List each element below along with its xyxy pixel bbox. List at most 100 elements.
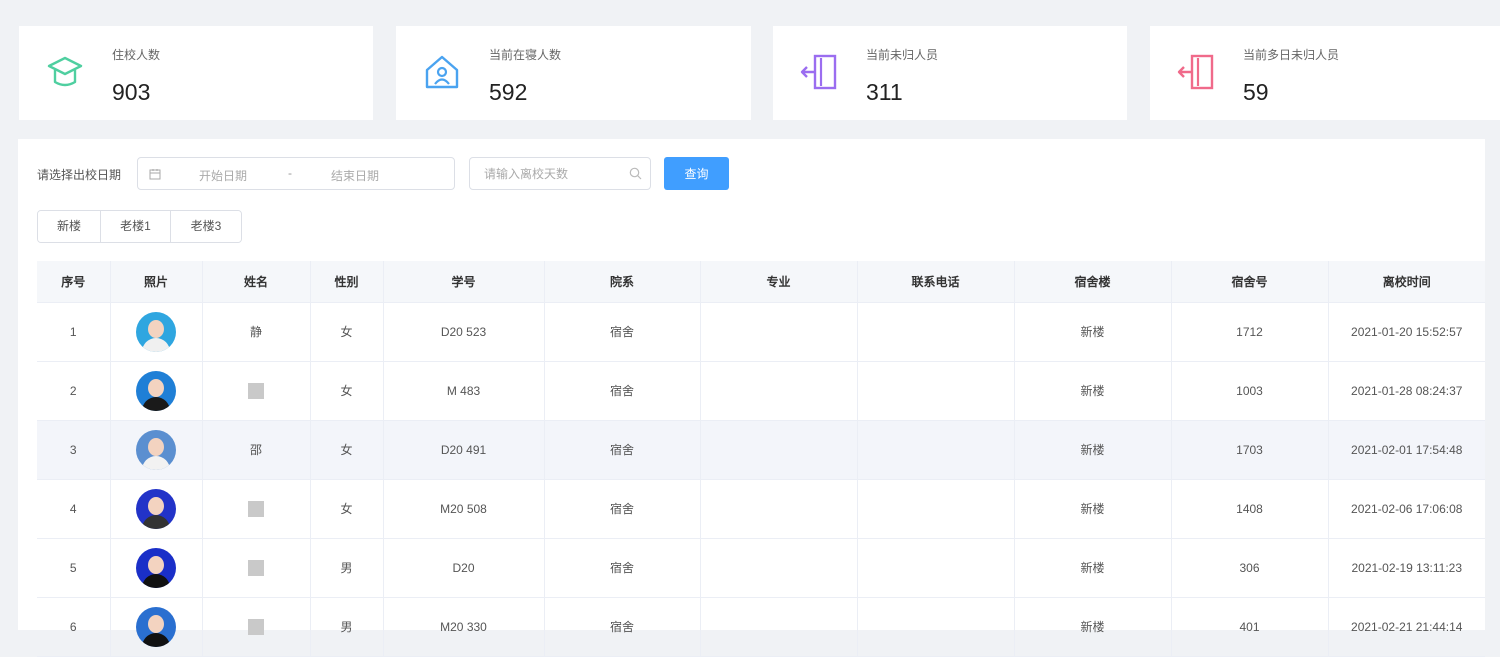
gender-cell-text: 女	[340, 502, 353, 516]
department-cell: 宿舍	[544, 597, 701, 657]
student-id-cell-text: M20 508	[440, 501, 487, 516]
building-cell-text: 新楼	[1080, 384, 1105, 398]
building-tabs: 新楼 老楼1 老楼3	[37, 210, 242, 243]
stat-label: 住校人数	[112, 48, 161, 62]
table-row[interactable]: 5 男 D20 宿舍 新楼 306 2021-02-19 13:11:23	[37, 538, 1485, 598]
table-row[interactable]: 4 女 M20 508 宿舍 新楼 1408 2021-02-06 17:06:08	[37, 479, 1485, 539]
tab-old-building-3[interactable]: 老楼3	[171, 211, 241, 242]
avatar	[136, 606, 176, 647]
student-id-cell: M20 508	[383, 479, 545, 539]
row-number: 6	[37, 597, 111, 657]
row-number: 2	[37, 361, 111, 421]
avatar	[136, 488, 176, 529]
phone-cell	[857, 479, 1015, 539]
name-cell	[202, 479, 311, 539]
header-cell: 姓名	[202, 261, 311, 303]
name-cell	[202, 597, 311, 657]
leave-time-cell-text: 2021-01-20 15:52:57	[1351, 324, 1463, 339]
major-cell	[700, 361, 858, 421]
date-filter-label: 请选择出校日期	[37, 168, 122, 182]
department-cell: 宿舍	[544, 361, 701, 421]
room-cell: 1408	[1171, 479, 1329, 539]
graduation-cap-icon	[47, 56, 83, 87]
start-date-placeholder[interactable]: 开始日期	[199, 167, 247, 184]
room-cell-text: 1703	[1236, 442, 1263, 457]
department-cell-text: 宿舍	[609, 502, 634, 516]
table-row[interactable]: 3 邵 女 D20 491 宿舍 新楼 1703 2021-02-01 17:54:48	[37, 420, 1485, 480]
student-id-cell: M 483	[383, 361, 545, 421]
major-cell	[700, 420, 858, 480]
table-row[interactable]: 6 男 M20 330 宿舍 新楼 401 2021-02-21 21:44:14	[37, 597, 1485, 657]
leave-time-cell-text: 2021-02-21 21:44:14	[1351, 619, 1463, 634]
header-cell: 院系	[544, 261, 701, 303]
header-cell: 离校时间	[1328, 261, 1485, 303]
tab-new-building[interactable]: 新楼	[38, 211, 101, 242]
department-cell-text: 宿舍	[609, 561, 634, 575]
student-id-cell-text: M 483	[446, 383, 481, 398]
stat-card-multi-day-absent: 当前多日未归人员 59	[1150, 26, 1500, 120]
stat-card-not-returned: 当前未归人员 311	[773, 26, 1127, 120]
redaction-block	[248, 500, 264, 517]
student-id-cell-text: M20 330	[440, 619, 487, 634]
row-number-text: 2	[69, 383, 77, 398]
major-cell	[700, 538, 858, 598]
gender-cell-text: 女	[340, 384, 353, 398]
gender-cell: 男	[310, 538, 384, 598]
room-cell-text: 1408	[1236, 501, 1263, 516]
query-button[interactable]: 查询	[664, 157, 729, 190]
building-cell-text: 新楼	[1080, 561, 1105, 575]
header-cell: 学号	[383, 261, 545, 303]
redaction-block	[248, 382, 264, 399]
room-cell-text: 306	[1239, 560, 1260, 575]
building-cell: 新楼	[1014, 597, 1172, 657]
name-cell-text: 静	[249, 325, 262, 339]
building-cell: 新楼	[1014, 538, 1172, 598]
building-cell: 新楼	[1014, 302, 1172, 362]
gender-cell: 女	[310, 420, 384, 480]
row-number: 1	[37, 302, 111, 362]
date-separator: -	[288, 166, 292, 180]
department-cell-text: 宿舍	[609, 325, 634, 339]
major-cell	[700, 597, 858, 657]
row-number-text: 4	[69, 501, 77, 516]
avatar	[136, 429, 176, 470]
days-away-input[interactable]	[469, 157, 651, 190]
date-range-picker[interactable]: 开始日期 - 结束日期	[137, 157, 455, 190]
department-cell-text: 宿舍	[609, 443, 634, 457]
name-cell-text: 邵	[249, 443, 262, 457]
table-row[interactable]: 2 女 M 483 宿舍 新楼 1003 2021-01-28 08:24:37	[37, 361, 1485, 421]
student-id-cell-text: D20 491	[440, 442, 487, 457]
stat-label: 当前未归人员	[866, 48, 939, 62]
leave-time-cell-text: 2021-02-19 13:11:23	[1351, 560, 1463, 575]
gender-cell-text: 男	[340, 620, 353, 634]
avatar	[136, 370, 176, 411]
building-cell-text: 新楼	[1080, 325, 1105, 339]
phone-cell	[857, 420, 1015, 480]
room-cell-text: 1712	[1236, 324, 1263, 339]
room-cell: 1703	[1171, 420, 1329, 480]
phone-cell	[857, 538, 1015, 598]
photo-cell	[110, 479, 203, 539]
stat-card-in-dorm: 当前在寝人数 592	[396, 26, 751, 120]
search-icon[interactable]	[629, 167, 642, 180]
photo-cell	[110, 420, 203, 480]
building-cell: 新楼	[1014, 479, 1172, 539]
header-cell: 照片	[110, 261, 203, 303]
student-id-cell: D20 491	[383, 420, 545, 480]
row-number-text: 1	[69, 324, 77, 339]
stats-bar: 住校人数 903 当前在寝人数 592 当前未归人员 311 当前多日未归人员 …	[0, 0, 1500, 140]
table-row[interactable]: 1 静 女 D20 523 宿舍 新楼 1712 2021-01-20 15:52:57	[37, 302, 1485, 362]
header-cell: 专业	[700, 261, 858, 303]
stat-label: 当前多日未归人员	[1243, 48, 1340, 62]
gender-cell: 女	[310, 479, 384, 539]
row-number: 5	[37, 538, 111, 598]
room-cell-text: 401	[1239, 619, 1260, 634]
room-cell-text: 1003	[1236, 383, 1263, 398]
tab-old-building-1[interactable]: 老楼1	[101, 211, 171, 242]
avatar	[136, 547, 176, 588]
photo-cell	[110, 538, 203, 598]
avatar	[136, 311, 176, 352]
major-cell	[700, 479, 858, 539]
stat-value: 903	[112, 79, 151, 105]
end-date-placeholder[interactable]: 结束日期	[331, 167, 379, 184]
